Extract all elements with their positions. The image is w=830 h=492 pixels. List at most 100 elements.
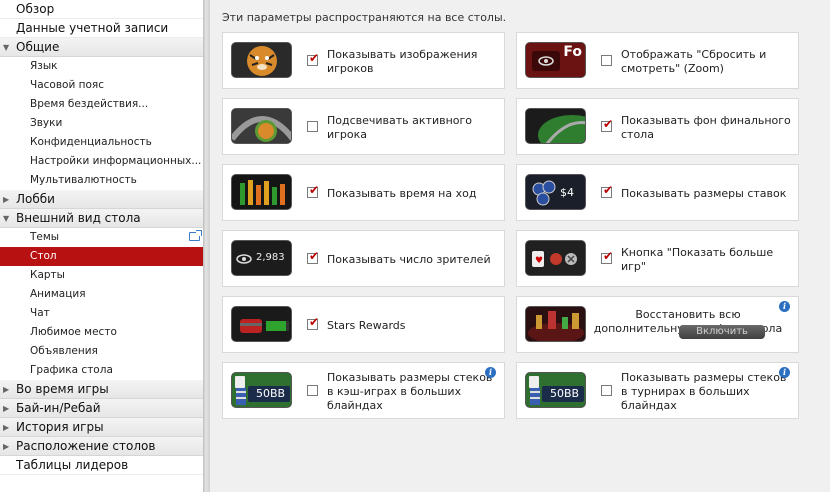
nav-sounds[interactable]: Звуки — [0, 114, 203, 133]
svg-text:♥: ♥ — [535, 256, 543, 266]
stack-thumb-text: 50BB — [256, 387, 286, 400]
option-restore-table-graphics: Восстановить всю дополнительную графику … — [516, 296, 799, 353]
nav-leaderboards[interactable]: Таблицы лидеров — [0, 456, 203, 475]
tournament-stack-bb-checkbox[interactable] — [601, 385, 612, 396]
highlight-active-player-checkbox[interactable] — [307, 121, 318, 132]
bet-chips-thumbnail: $4 — [525, 174, 586, 210]
option-show-viewers-count: 2,983 ✔ Показывать число зрителей — [222, 230, 505, 287]
cash-stack-bb-checkbox[interactable] — [307, 385, 318, 396]
nav-overview[interactable]: Обзор — [0, 0, 203, 19]
nav-account-details[interactable]: Данные учетной записи — [0, 19, 203, 38]
info-icon[interactable]: i — [485, 367, 496, 378]
collapsed-arrow-icon: ▶ — [3, 423, 10, 432]
intro-text: Эти параметры распространяются на все ст… — [222, 11, 507, 24]
nav-group-hand-history[interactable]: ▶ История игры — [0, 418, 203, 437]
nav-table[interactable]: Стол — [0, 247, 203, 266]
nav-favorite-seat[interactable]: Любимое место — [0, 323, 203, 342]
nav-group-during-game[interactable]: ▶ Во время игры — [0, 380, 203, 399]
fold-thumb-text: Fo — [563, 44, 582, 60]
nav-group-lobby[interactable]: ▶ Лобби — [0, 190, 203, 209]
nav-group-buyin[interactable]: ▶ Бай-ин/Ребай — [0, 399, 203, 418]
nav-multicurrency[interactable]: Мультивалютность — [0, 171, 203, 190]
show-time-to-act-checkbox[interactable]: ✔ — [307, 183, 319, 198]
nav-group-general[interactable]: ▼ Общие — [0, 38, 203, 57]
option-label: Показывать размеры ставок — [621, 186, 787, 200]
final-table-background-checkbox[interactable]: ✔ — [601, 117, 613, 132]
nav-language[interactable]: Язык — [0, 57, 203, 76]
option-label: Показывать число зрителей — [327, 252, 491, 266]
fold-and-watch-checkbox[interactable] — [601, 55, 612, 66]
option-highlight-active-player: Подсвечивать активного игрока — [222, 98, 505, 155]
player-images-checkbox[interactable]: ✔ — [307, 51, 319, 66]
table-graphics-thumbnail — [525, 306, 586, 342]
tiger-avatar-thumbnail — [231, 42, 292, 78]
checkmark-icon: ✔ — [309, 51, 320, 65]
nav-info-settings[interactable]: Настройки информационных... — [0, 152, 203, 171]
more-games-thumbnail: ♥ — [525, 240, 586, 276]
info-icon[interactable]: i — [779, 301, 790, 312]
nav-privacy[interactable]: Конфиденциальность — [0, 133, 203, 152]
settings-sidebar: Обзор Данные учетной записи ▼ Общие Язык … — [0, 0, 203, 492]
settings-main-panel: Эти параметры распространяются на все ст… — [210, 0, 830, 492]
time-bank-thumbnail — [231, 174, 292, 210]
bet-thumb-text: $4 — [560, 186, 574, 199]
nav-cards[interactable]: Карты — [0, 266, 203, 285]
external-window-icon[interactable] — [189, 230, 202, 241]
option-label: Показывать изображения игроков — [327, 47, 478, 75]
collapsed-arrow-icon: ▶ — [3, 442, 10, 451]
stack-bb-thumbnail: 50BB — [231, 372, 292, 408]
option-show-bet-sizes: $4 ✔ Показывать размеры ставок — [516, 164, 799, 221]
more-games-button-checkbox[interactable]: ✔ — [601, 249, 613, 264]
collapsed-arrow-icon: ▶ — [3, 195, 10, 204]
nav-time-zone[interactable]: Часовой пояс — [0, 76, 203, 95]
expanded-arrow-icon: ▼ — [3, 214, 10, 223]
option-label: Показывать время на ход — [327, 186, 477, 200]
collapsed-arrow-icon: ▶ — [3, 385, 10, 394]
option-stars-rewards: ✔ Stars Rewards — [222, 296, 505, 353]
option-show-time-to-act: ✔ Показывать время на ход — [222, 164, 505, 221]
viewers-thumbnail: 2,983 — [231, 240, 292, 276]
rewards-chest-thumbnail — [231, 306, 292, 342]
option-fold-and-watch: Fo Отображать "Сбросить и смотреть" (Zoo… — [516, 32, 799, 89]
option-label: Подсвечивать активного игрока — [327, 113, 473, 141]
nav-table-graphics[interactable]: Графика стола — [0, 361, 203, 380]
option-final-table-background: ✔ Показывать фон финального стола — [516, 98, 799, 155]
sidebar-splitter[interactable] — [203, 0, 210, 492]
collapsed-arrow-icon: ▶ — [3, 404, 10, 413]
active-player-thumbnail — [231, 108, 292, 144]
checkmark-icon: ✔ — [309, 249, 320, 263]
checkmark-icon: ✔ — [309, 183, 320, 197]
checkmark-icon: ✔ — [309, 315, 320, 329]
checkmark-icon: ✔ — [603, 117, 614, 131]
option-cash-stack-bb: 50BB Показывать размеры стеков в кэш-игр… — [222, 362, 505, 419]
enable-button[interactable]: Включить — [679, 325, 765, 339]
option-player-images: ✔ Показывать изображения игроков — [222, 32, 505, 89]
option-label: Показывать фон финального стола — [621, 113, 791, 141]
final-table-felt-thumbnail — [525, 108, 586, 144]
option-more-games-button: ♥ ✔ Кнопка "Показать больше игр" — [516, 230, 799, 287]
expanded-arrow-icon: ▼ — [3, 43, 10, 52]
nav-group-table-appearance[interactable]: ▼ Внешний вид стола — [0, 209, 203, 228]
option-label: Stars Rewards — [327, 318, 406, 332]
show-bet-sizes-checkbox[interactable]: ✔ — [601, 183, 613, 198]
info-icon[interactable]: i — [779, 367, 790, 378]
nav-idle-time[interactable]: Время бездействия... — [0, 95, 203, 114]
checkmark-icon: ✔ — [603, 183, 614, 197]
nav-group-table-layout[interactable]: ▶ Расположение столов — [0, 437, 203, 456]
stars-rewards-checkbox[interactable]: ✔ — [307, 315, 319, 330]
option-label: Кнопка "Показать больше игр" — [621, 245, 774, 273]
nav-themes[interactable]: Темы — [0, 228, 203, 247]
fold-zoom-thumbnail: Fo — [525, 42, 586, 78]
show-viewers-count-checkbox[interactable]: ✔ — [307, 249, 319, 264]
nav-animation[interactable]: Анимация — [0, 285, 203, 304]
checkmark-icon: ✔ — [603, 249, 614, 263]
option-label: Отображать "Сбросить и смотреть" (Zoom) — [621, 47, 767, 75]
nav-announcements[interactable]: Объявления — [0, 342, 203, 361]
nav-chat[interactable]: Чат — [0, 304, 203, 323]
option-label: Показывать размеры стеков в кэш-играх в … — [327, 370, 493, 412]
stack-bb-thumbnail: 50BB — [525, 372, 586, 408]
option-tournament-stack-bb: 50BB Показывать размеры стеков в турнира… — [516, 362, 799, 419]
viewers-thumb-text: 2,983 — [256, 252, 285, 263]
stack-thumb-text: 50BB — [550, 387, 580, 400]
option-label: Показывать размеры стеков в турнирах в б… — [621, 370, 787, 412]
